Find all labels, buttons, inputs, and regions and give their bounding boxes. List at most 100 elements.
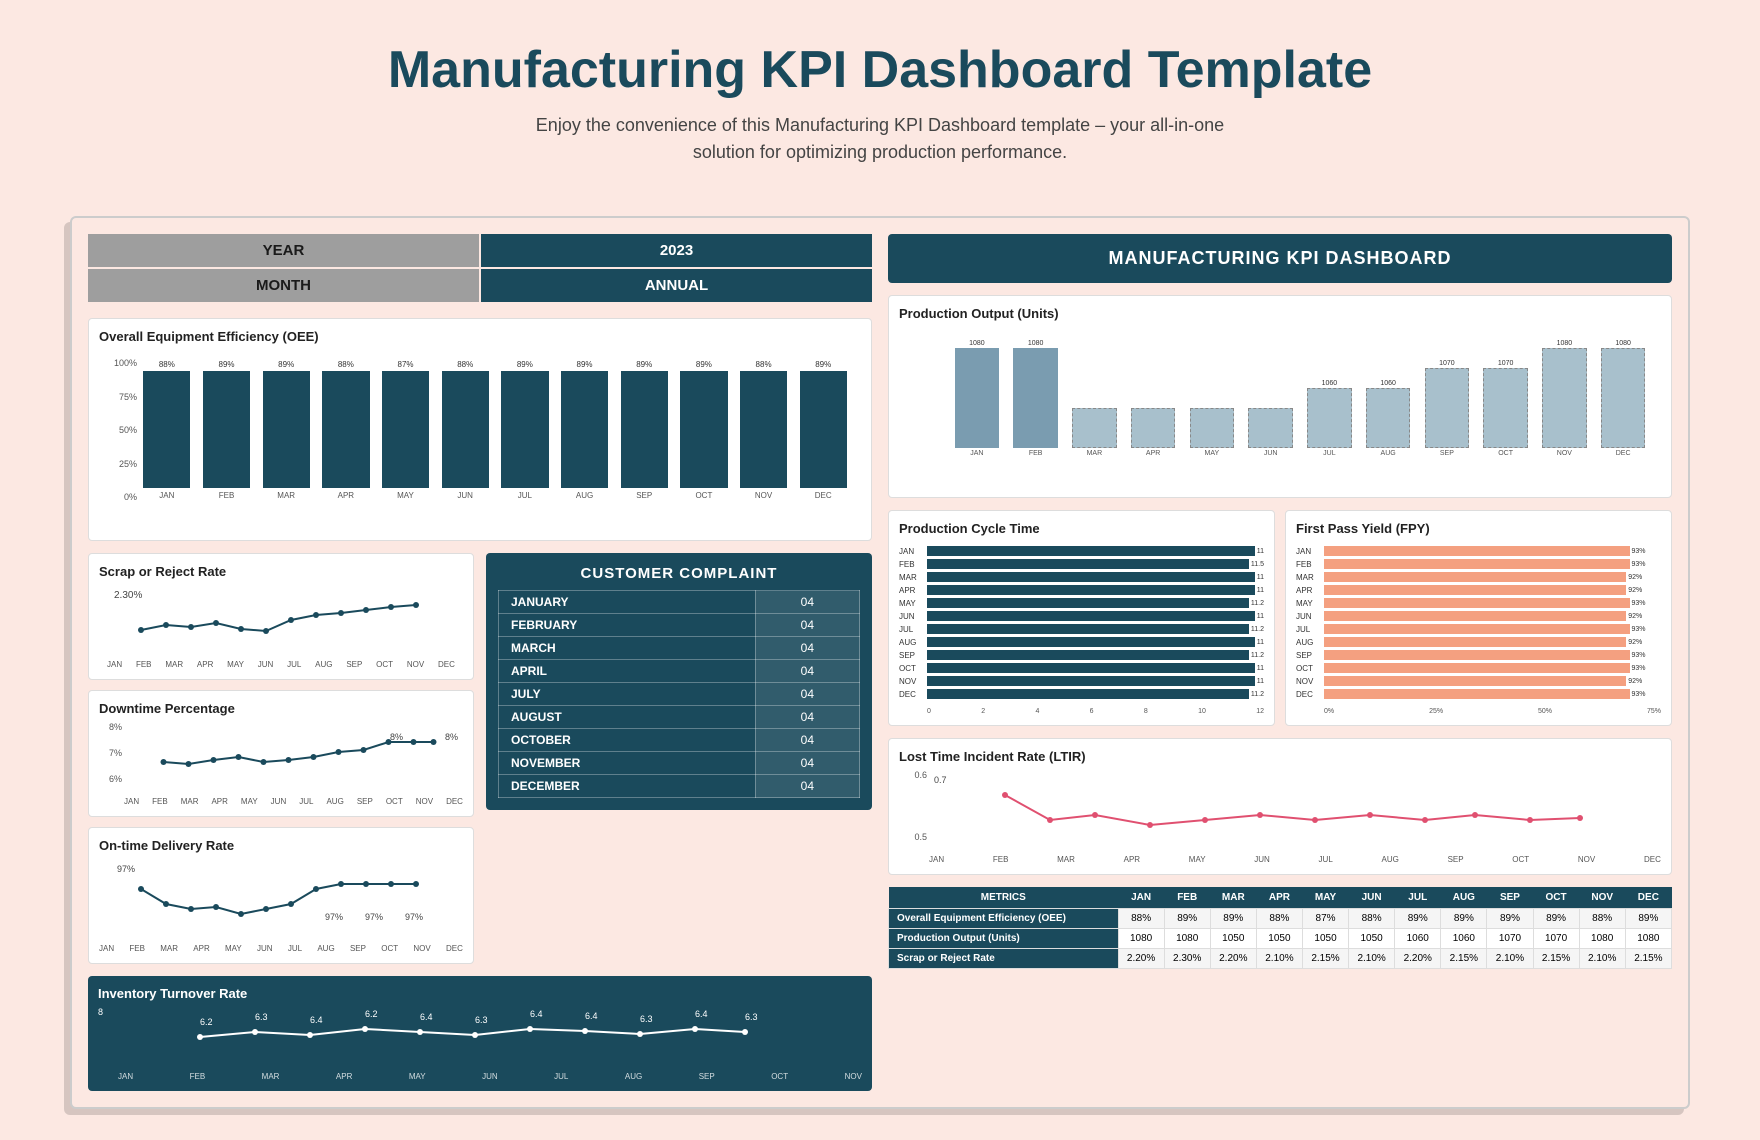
cycle-time-chart: JAN 11 FEB 11.5 MAR 11 APR 11	[899, 542, 1264, 715]
month-value: ANNUAL	[481, 269, 872, 302]
ltir-title: Lost Time Incident Rate (LTIR)	[899, 749, 1661, 764]
delivery-title: On-time Delivery Rate	[99, 838, 463, 853]
svg-text:6.2: 6.2	[365, 1009, 378, 1019]
prod-bar-group: 1080 NOV	[1537, 337, 1593, 457]
ltir-container: Lost Time Incident Rate (LTIR) 0.6 0.5 0…	[888, 738, 1672, 875]
middle-section: Scrap or Reject Rate 2.30%	[88, 553, 872, 964]
downtime-yaxis: 8% 7% 6%	[99, 722, 122, 784]
svg-text:6.3: 6.3	[475, 1015, 488, 1025]
fpy-row: JAN 93%	[1296, 546, 1661, 556]
fpy-row: AUG 92%	[1296, 637, 1661, 647]
page-title: Manufacturing KPI Dashboard Template	[20, 40, 1740, 100]
cycle-row: AUG 11	[899, 637, 1264, 647]
svg-text:6.4: 6.4	[420, 1012, 433, 1022]
inventory-svg: 6.2 6.3 6.4 6.2 6.4 6.3 6.4 6.4 6.3 6.4 …	[118, 1007, 862, 1067]
dashboard-wrapper: YEAR 2023 MONTH ANNUAL Overall Equipment…	[60, 206, 1700, 1119]
inventory-section: Inventory Turnover Rate 8	[88, 976, 872, 1091]
oee-chart-container: Overall Equipment Efficiency (OEE) 100% …	[88, 318, 872, 541]
oee-bar-group: 89% DEC	[795, 360, 851, 500]
prod-output-chart: 1080 JAN 1080 FEB MAR APR MAY JUN 1060	[899, 327, 1661, 487]
delivery-svg-wrap: 97% 97% 97% 97%	[99, 859, 463, 944]
prod-bar-group: 1070 SEP	[1419, 337, 1475, 457]
complaint-row: JANUARY 04	[499, 591, 860, 614]
cycle-row: OCT 11	[899, 663, 1264, 673]
complaint-row: APRIL 04	[499, 660, 860, 683]
downtime-chart: 8% 7% 6% 8% 8%	[99, 722, 463, 806]
fpy-row: MAR 92%	[1296, 572, 1661, 582]
ltir-svg	[929, 770, 1661, 850]
cycle-row: JAN 11	[899, 546, 1264, 556]
ltir-yaxis: 0.6 0.5	[899, 770, 927, 842]
oee-bar-group: 88% JAN	[139, 360, 195, 500]
left-panel: YEAR 2023 MONTH ANNUAL Overall Equipment…	[88, 234, 872, 1091]
inventory-chart: 8	[98, 1007, 862, 1081]
svg-text:6.4: 6.4	[695, 1009, 708, 1019]
complaint-box: CUSTOMER COMPLAINT JANUARY 04 FEBRUARY 0…	[486, 553, 872, 810]
svg-text:6.3: 6.3	[640, 1014, 653, 1024]
complaint-row: AUGUST 04	[499, 706, 860, 729]
table-row: Overall Equipment Efficiency (OEE)88%89%…	[889, 909, 1672, 929]
prod-bar-group: APR	[1125, 337, 1181, 457]
prod-bar-group: 1080 FEB	[1008, 337, 1064, 457]
oee-bar-group: 89% SEP	[616, 360, 672, 500]
fpy-chart: JAN 93% FEB 93% MAR 92% APR 92%	[1296, 542, 1661, 715]
oee-chart-title: Overall Equipment Efficiency (OEE)	[99, 329, 861, 344]
downtime-line-svg	[124, 722, 463, 792]
bottom-table-container: METRICSJANFEBMARAPRMAYJUNJULAUGSEPOCTNOV…	[888, 887, 1672, 969]
fpy-row: MAY 93%	[1296, 598, 1661, 608]
prod-bar-group: 1070 OCT	[1478, 337, 1534, 457]
scrap-chart-container: Scrap or Reject Rate 2.30%	[88, 553, 474, 680]
prod-output-container: Production Output (Units) 1080 JAN 1080 …	[888, 295, 1672, 498]
scrap-chart: 2.30%	[99, 585, 463, 669]
oee-bar-group: 88% NOV	[736, 360, 792, 500]
oee-bar-group: 89% AUG	[557, 360, 613, 500]
fpy-title: First Pass Yield (FPY)	[1296, 521, 1661, 536]
month-label: MONTH	[88, 269, 479, 302]
bottom-table: METRICSJANFEBMARAPRMAYJUNJULAUGSEPOCTNOV…	[888, 887, 1672, 969]
right-mid: CUSTOMER COMPLAINT JANUARY 04 FEBRUARY 0…	[486, 553, 872, 964]
ltir-months: JANFEBMARAPRMAYJUNJULAUGSEPOCTNOVDEC	[929, 855, 1661, 864]
table-row: Scrap or Reject Rate2.20%2.30%2.20%2.10%…	[889, 949, 1672, 969]
year-month-header: YEAR 2023 MONTH ANNUAL	[88, 234, 872, 302]
svg-text:6.2: 6.2	[200, 1017, 213, 1027]
downtime-chart-container: Downtime Percentage 8% 7% 6% 8% 8%	[88, 690, 474, 817]
prod-bar-group: MAR	[1067, 337, 1123, 457]
dashboard-card: YEAR 2023 MONTH ANNUAL Overall Equipment…	[70, 216, 1690, 1109]
year-value: 2023	[481, 234, 872, 267]
scrap-highlight: 2.30%	[114, 590, 142, 601]
oee-bar-chart: 100% 75% 50% 25% 0% 88% JAN 89% FEB 89%	[99, 350, 861, 530]
cycle-row: NOV 11	[899, 676, 1264, 686]
complaint-row: OCTOBER 04	[499, 729, 860, 752]
complaint-row: DECEMBER 04	[499, 775, 860, 798]
fpy-row: APR 92%	[1296, 585, 1661, 595]
oee-bar-group: 87% MAY	[378, 360, 434, 500]
oee-bar-group: 89% JUL	[497, 360, 553, 500]
fpy-container: First Pass Yield (FPY) JAN 93% FEB 93% M…	[1285, 510, 1672, 726]
downtime-title: Downtime Percentage	[99, 701, 463, 716]
complaint-row: FEBRUARY 04	[499, 614, 860, 637]
complaint-title: CUSTOMER COMPLAINT	[498, 565, 860, 582]
complaint-row: JULY 04	[499, 683, 860, 706]
main-grid: YEAR 2023 MONTH ANNUAL Overall Equipment…	[88, 234, 1672, 1091]
oee-bar-group: 89% FEB	[199, 360, 255, 500]
page-header: Manufacturing KPI Dashboard Template Enj…	[0, 0, 1760, 186]
complaint-row: MARCH 04	[499, 637, 860, 660]
oee-bars: 88% JAN 89% FEB 89% MAR 88% APR 87% MAY …	[139, 360, 851, 500]
cycle-row: APR 11	[899, 585, 1264, 595]
complaint-row: NOVEMBER 04	[499, 752, 860, 775]
cycle-time-title: Production Cycle Time	[899, 521, 1264, 536]
inventory-y-value: 8	[98, 1007, 103, 1017]
scrap-months: JANFEBMARAPRMAYJUNJULAUGSEPOCTNOVDEC	[99, 660, 463, 669]
table-row: Production Output (Units)108010801050105…	[889, 929, 1672, 949]
svg-text:6.4: 6.4	[585, 1011, 598, 1021]
prod-bar-group: JUN	[1243, 337, 1299, 457]
oee-yaxis: 100% 75% 50% 25% 0%	[99, 358, 137, 502]
oee-bar-group: 89% OCT	[676, 360, 732, 500]
year-label: YEAR	[88, 234, 479, 267]
prod-bar-group: 1080 JAN	[949, 337, 1005, 457]
svg-text:6.4: 6.4	[530, 1009, 543, 1019]
downtime-months: JANFEBMARAPRMAYJUNJULAUGSEPOCTNOVDEC	[124, 797, 463, 806]
oee-bar-group: 88% APR	[318, 360, 374, 500]
delivery-chart: 97% 97% 97% 97%	[99, 859, 463, 953]
fpy-row: SEP 93%	[1296, 650, 1661, 660]
